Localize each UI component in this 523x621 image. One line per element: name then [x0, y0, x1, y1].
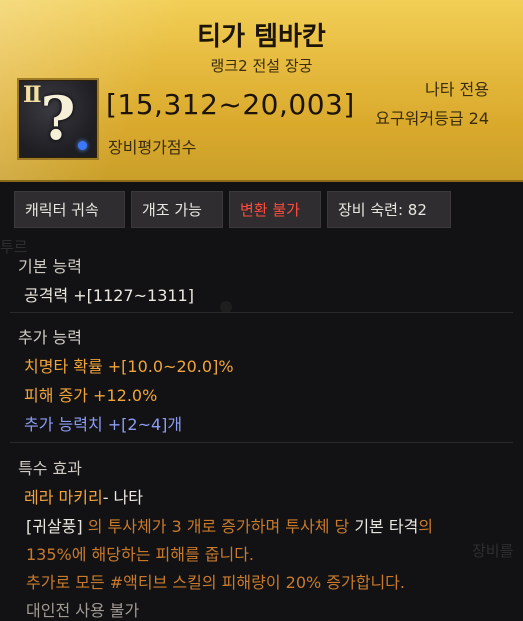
- basic-hit-keyword: 기본 타격: [354, 517, 419, 536]
- extra-stats-title: 추가 능력: [18, 328, 82, 347]
- special-effect-title: 특수 효과: [18, 459, 82, 478]
- tag-modifiable: 개조 가능: [131, 191, 223, 228]
- special-effect-desc-line1: [귀살풍] 의 투사체가 3 개로 증가하며 투사체 당 기본 타격의: [26, 513, 433, 537]
- item-name: 티가 템바칸: [197, 22, 326, 52]
- tag-not-convertible: 변환 불가: [229, 191, 321, 228]
- damage-range: [15,312~20,003]: [106, 88, 355, 121]
- basic-stats-title: 기본 능력: [18, 257, 82, 276]
- desc-text: 의 투사체가 3 개로 증가하며 투사체 당: [82, 517, 355, 536]
- special-effect-header: 레라 마키리- 나타: [24, 484, 143, 508]
- tag-character-bound: 캐릭터 귀속: [14, 191, 125, 228]
- gear-score-label: 장비평가점수: [108, 138, 197, 157]
- required-level: 요구워커등급 24: [375, 109, 489, 128]
- special-effect-desc-line3: 추가로 모든 #액티브 스킬의 피해량이 20% 증가합니다.: [26, 573, 405, 592]
- item-header: 티가 템바칸 랭크2 전설 장궁 II ? [15,312~20,003] 장비…: [0, 0, 523, 182]
- extra-stat-count: 추가 능력치 +[2~4]개: [24, 415, 183, 434]
- crit-chance-stat: 치명타 확률 +[10.0~20.0]%: [24, 357, 234, 376]
- special-effect-desc-line2: 135%에 해당하는 피해를 줍니다.: [26, 545, 255, 564]
- class-restriction: 나타 전용: [425, 80, 489, 99]
- divider: [10, 312, 513, 313]
- pvp-restriction: 대인전 사용 불가: [26, 601, 140, 620]
- item-rank-type: 랭크2 전설 장궁: [210, 57, 313, 75]
- attack-stat: 공격력 +[1127~1311]: [24, 286, 194, 305]
- item-tooltip: 티가 템바칸 랭크2 전설 장궁 II ? [15,312~20,003] 장비…: [0, 0, 523, 621]
- special-effect-owner: - 나타: [102, 488, 143, 507]
- divider: [10, 442, 513, 443]
- skill-tag: [귀살풍]: [26, 517, 83, 536]
- background-ghost-text: 장비를: [472, 542, 514, 560]
- item-icon[interactable]: II ?: [17, 78, 99, 160]
- damage-increase-stat: 피해 증가 +12.0%: [24, 386, 158, 405]
- desc-text: 의: [418, 517, 434, 536]
- tag-proficiency: 장비 숙련: 82: [327, 191, 451, 228]
- special-effect-name: 레라 마키리: [24, 488, 103, 507]
- gem-icon: [78, 141, 87, 150]
